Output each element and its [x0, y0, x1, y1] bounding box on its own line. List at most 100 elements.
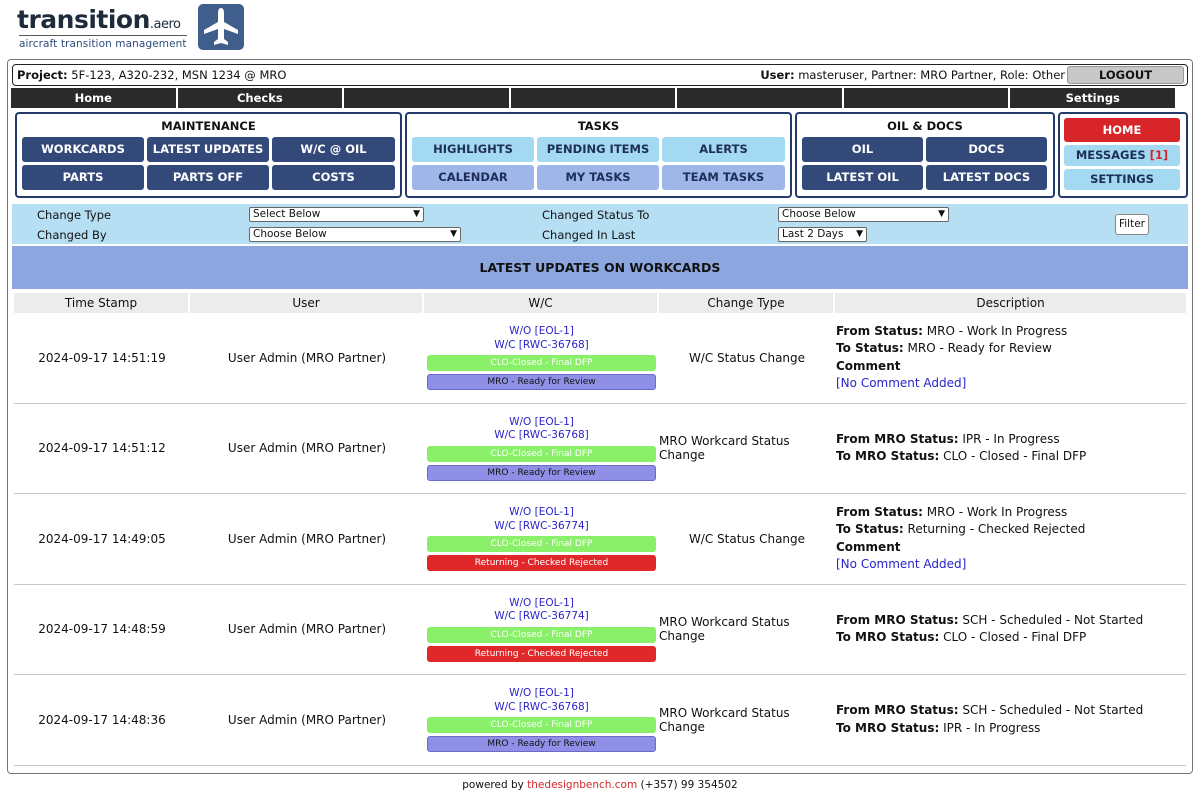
project-info: Project: 5F-123, A320-232, MSN 1234 @ MR… [17, 68, 287, 82]
logo-tagline: aircraft transition management [19, 38, 187, 50]
mro-status-tag: Returning - Checked Rejected [427, 645, 656, 662]
nav-settings[interactable]: Settings [1010, 88, 1176, 108]
wo-link[interactable]: W/O [EOL-1] [509, 416, 574, 430]
status-tag: CLO-Closed - Final DFP [427, 355, 656, 372]
docs-button[interactable]: DOCS [926, 137, 1047, 162]
changed-by-select[interactable]: Choose Below ▼ [249, 227, 461, 242]
change-type-select[interactable]: Select Below ▼ [249, 207, 424, 222]
alerts-button[interactable]: ALERTS [662, 137, 785, 162]
filter-button[interactable]: Filter [1115, 214, 1149, 235]
column-header-change-type: Change Type [659, 293, 835, 313]
change-type: W/C Status Change [688, 350, 806, 365]
messages-button[interactable]: MESSAGES [1] [1064, 145, 1180, 166]
settings-button[interactable]: SETTINGS [1064, 169, 1180, 190]
wc-link[interactable]: W/C [RWC-36774] [494, 520, 589, 534]
wo-link[interactable]: W/O [EOL-1] [509, 325, 574, 339]
mro-status-tag: MRO - Ready for Review [427, 736, 656, 753]
highlights-button[interactable]: HIGHLIGHTS [412, 137, 534, 162]
wc-link[interactable]: W/C [RWC-36768] [494, 339, 589, 353]
wc-link[interactable]: W/C [RWC-36768] [494, 701, 589, 715]
wc-cell: W/O [EOL-1] W/C [RWC-36774] CLO-Closed -… [424, 494, 659, 584]
table-header: Time Stamp User W/C Change Type Descript… [14, 293, 1186, 313]
user-name: User Admin (MRO Partner) [227, 350, 387, 365]
column-header-time: Time Stamp [14, 293, 190, 313]
comment-link[interactable]: [No Comment Added] [836, 375, 966, 393]
user-name: User Admin (MRO Partner) [227, 712, 387, 727]
wo-link[interactable]: W/O [EOL-1] [509, 506, 574, 520]
calendar-button[interactable]: CALENDAR [412, 165, 534, 190]
footer: powered by thedesignbench.com (+357) 99 … [462, 779, 738, 791]
mro-status-tag: MRO - Ready for Review [427, 464, 656, 481]
status-tag: CLO-Closed - Final DFP [427, 445, 656, 462]
chevron-down-icon: ▼ [413, 209, 420, 219]
table-row: 2024-09-17 14:48:59 User Admin (MRO Part… [14, 585, 1186, 675]
timestamp: 2024-09-17 14:48:36 [38, 712, 166, 727]
description: From MRO Status: SCH - Scheduled - Not S… [836, 703, 1144, 735]
change-type-label: Change Type [37, 208, 112, 222]
table-row: 2024-09-17 14:48:36 User Admin (MRO Part… [14, 675, 1186, 766]
pending-items-button[interactable]: PENDING ITEMS [537, 137, 659, 162]
nav-empty-3 [677, 88, 844, 108]
table-row: 2024-09-17 14:49:05 User Admin (MRO Part… [14, 494, 1186, 585]
team-tasks-button[interactable]: TEAM TASKS [662, 165, 785, 190]
table-body: 2024-09-17 14:51:19 User Admin (MRO Part… [14, 313, 1186, 766]
table-row: 2024-09-17 14:51:19 User Admin (MRO Part… [14, 313, 1186, 404]
column-header-description: Description [835, 293, 1186, 313]
costs-button[interactable]: COSTS [272, 165, 395, 190]
table-title: LATEST UPDATES ON WORKCARDS [12, 246, 1188, 289]
mro-status-tag: Returning - Checked Rejected [427, 555, 656, 572]
changed-by-label: Changed By [37, 228, 107, 242]
wo-link[interactable]: W/O [EOL-1] [509, 597, 574, 611]
main-frame: Project: 5F-123, A320-232, MSN 1234 @ MR… [7, 59, 1193, 774]
change-type: W/C Status Change [688, 531, 806, 546]
maintenance-title: MAINTENANCE [161, 119, 256, 133]
nav-home[interactable]: Home [11, 88, 178, 108]
latest-updates-button[interactable]: LATEST UPDATES [147, 137, 269, 162]
my-tasks-button[interactable]: MY TASKS [537, 165, 659, 190]
status-tag: CLO-Closed - Final DFP [427, 717, 656, 734]
nav-empty-1 [344, 88, 511, 108]
user-info: User: masteruser, Partner: MRO Partner, … [760, 68, 1065, 82]
changed-status-select[interactable]: Choose Below ▼ [778, 207, 949, 222]
column-header-user: User [190, 293, 424, 313]
table-row: 2024-09-17 14:51:12 User Admin (MRO Part… [14, 404, 1186, 494]
logo-divider [19, 35, 187, 36]
timestamp: 2024-09-17 14:49:05 [38, 531, 166, 546]
user-name: User Admin (MRO Partner) [227, 531, 387, 546]
oil-button[interactable]: OIL [802, 137, 923, 162]
wc-at-oil-button[interactable]: W/C @ OIL [272, 137, 395, 162]
description: From Status: MRO - Work In Progress To S… [835, 313, 1186, 403]
parts-off-button[interactable]: PARTS OFF [147, 165, 269, 190]
wc-cell: W/O [EOL-1] W/C [RWC-36768] CLO-Closed -… [424, 313, 659, 403]
user-name: User Admin (MRO Partner) [227, 622, 387, 637]
logo[interactable]: transition.aero aircraft transition mana… [17, 4, 257, 52]
change-type: MRO Workcard Status Change [659, 615, 790, 644]
status-tag: CLO-Closed - Final DFP [427, 536, 656, 553]
latest-docs-button[interactable]: LATEST DOCS [926, 165, 1047, 190]
parts-button[interactable]: PARTS [22, 165, 144, 190]
user-name: User Admin (MRO Partner) [227, 441, 387, 456]
wc-cell: W/O [EOL-1] W/C [RWC-36774] CLO-Closed -… [424, 585, 659, 675]
comment-link[interactable]: [No Comment Added] [836, 556, 966, 574]
changed-in-last-label: Changed In Last [542, 228, 636, 242]
nav-checks[interactable]: Checks [177, 88, 345, 108]
home-button[interactable]: HOME [1064, 118, 1180, 142]
tasks-title: TASKS [577, 119, 620, 133]
workcards-button[interactable]: WORKCARDS [22, 137, 144, 162]
changed-in-last-select[interactable]: Last 2 Days ▼ [778, 227, 867, 242]
footer-brand-link[interactable]: thedesignbench.com [527, 779, 637, 791]
chevron-down-icon: ▼ [856, 229, 863, 239]
messages-count-badge: [1] [1149, 148, 1169, 162]
timestamp: 2024-09-17 14:51:12 [38, 441, 166, 456]
latest-oil-button[interactable]: LATEST OIL [802, 165, 923, 190]
changed-status-label: Changed Status To [542, 208, 650, 222]
wc-link[interactable]: W/C [RWC-36768] [494, 429, 589, 443]
wc-link[interactable]: W/C [RWC-36774] [494, 610, 589, 624]
mro-status-tag: MRO - Ready for Review [427, 374, 656, 391]
chevron-down-icon: ▼ [450, 229, 457, 239]
wo-link[interactable]: W/O [EOL-1] [509, 687, 574, 701]
filter-area: Change Type Select Below ▼ Changed By Cho… [12, 204, 1188, 244]
logout-button[interactable]: LOGOUT [1067, 66, 1184, 84]
oil-docs-title: OIL & DOCS [887, 119, 963, 133]
timestamp: 2024-09-17 14:48:59 [38, 622, 166, 637]
